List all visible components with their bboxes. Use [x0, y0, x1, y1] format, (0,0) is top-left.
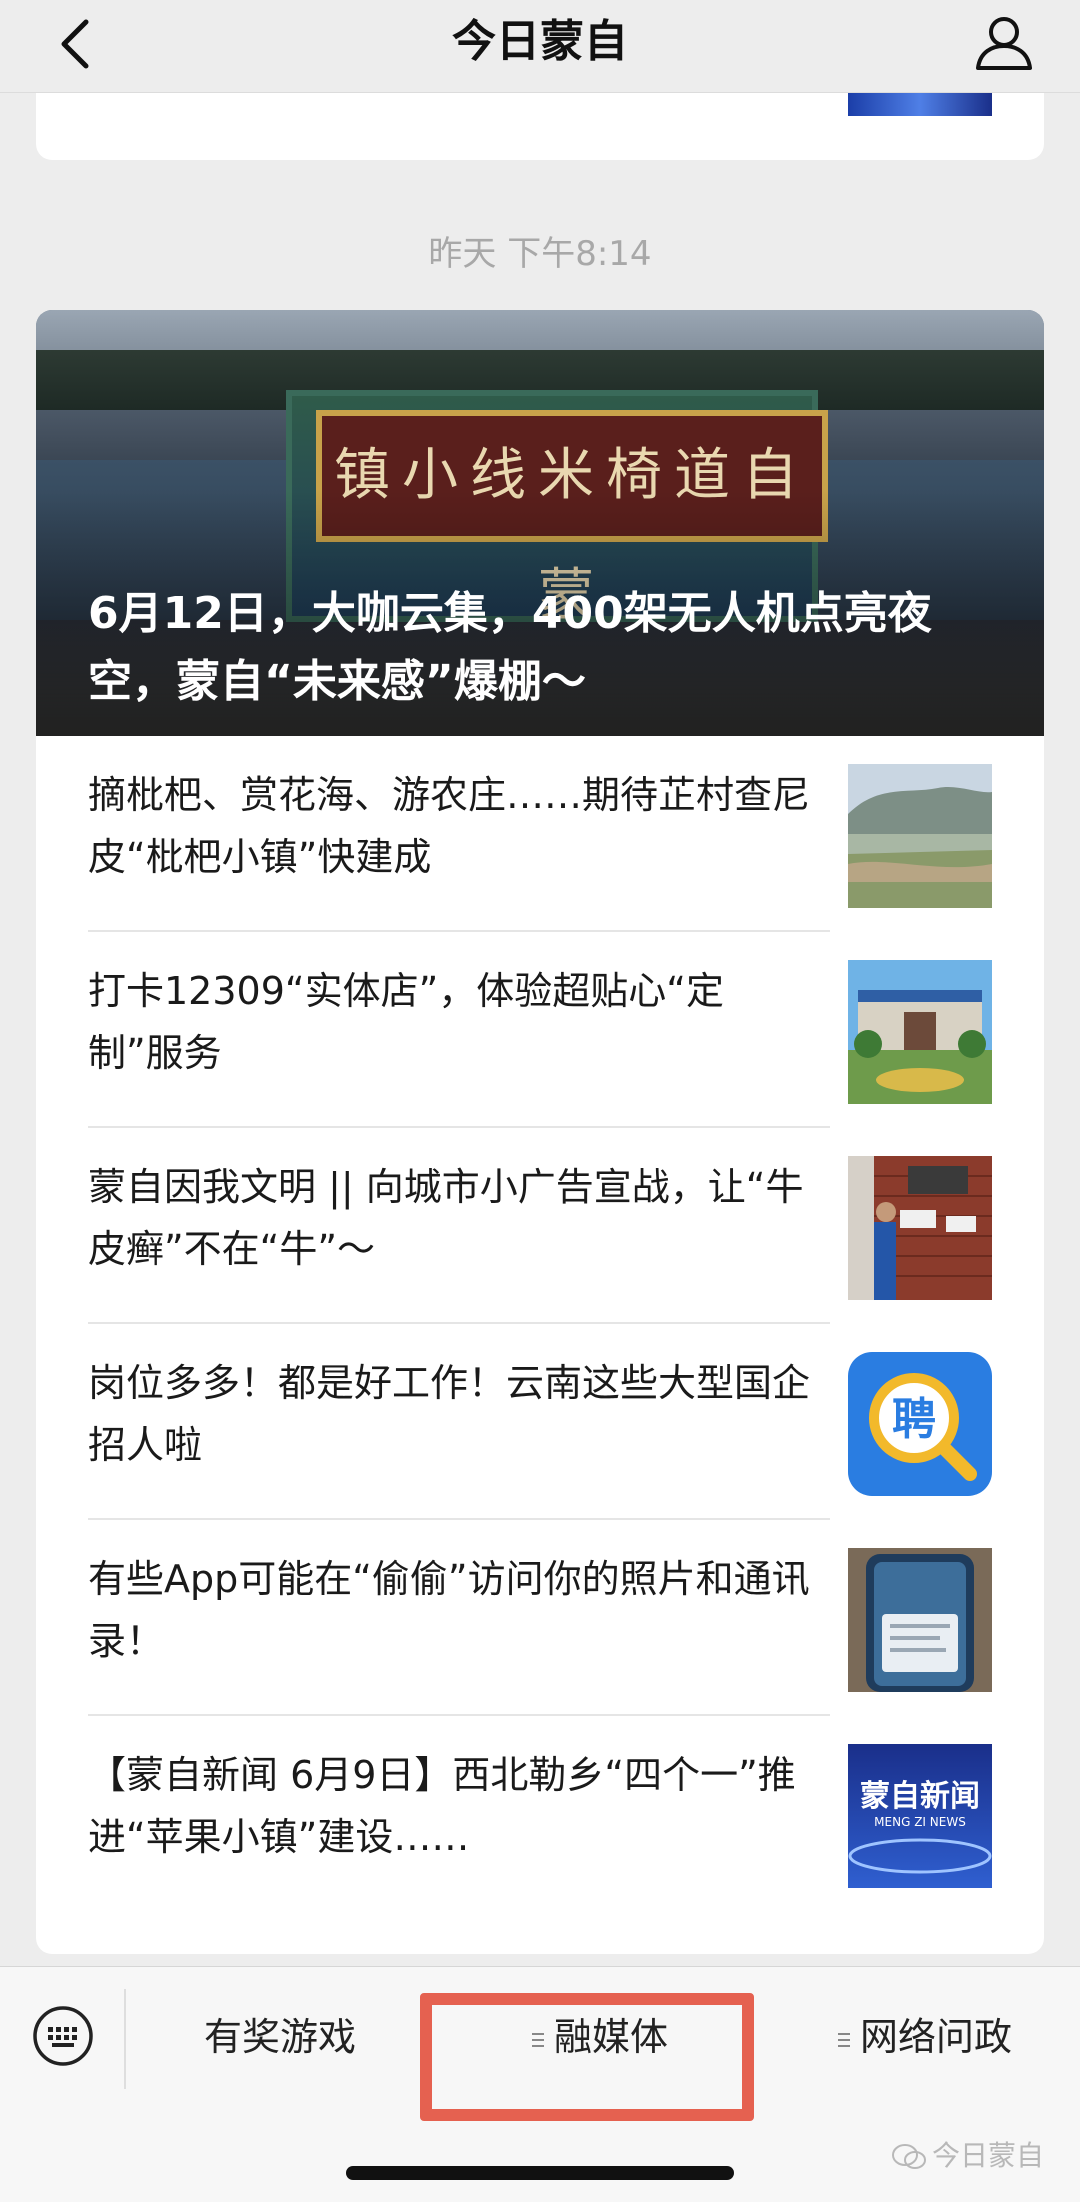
home-indicator[interactable] [346, 2166, 734, 2180]
article-title: 有些App可能在“偷偷”访问你的照片和通讯录！ [88, 1557, 810, 1663]
list-item[interactable]: 摘枇杷、赏花海、游农庄……期待芷村查尼皮“枇杷小镇”快建成 [36, 736, 1044, 932]
news-logo-text: 蒙自新闻 [860, 1779, 980, 1814]
list-item[interactable]: 【蒙自新闻 6月9日】西北勒乡“四个一”推进“苹果小镇”建设…… 蒙自新闻 ME… [36, 1716, 1044, 1912]
news-logo-subtext: MENG ZI NEWS [874, 1815, 966, 1829]
top-nav-bar: 今日蒙自 [0, 0, 1080, 93]
article-thumbnail [848, 1548, 992, 1692]
watermark-text: 今日蒙自 [931, 2139, 1044, 2172]
keyboard-icon[interactable] [32, 2005, 94, 2067]
article-thumbnail [848, 1156, 992, 1300]
menu-label: 网络问政 [859, 2015, 1012, 2059]
recruit-glyph: 聘 [892, 1394, 936, 1445]
list-item[interactable]: 打卡12309“实体店”，体验超贴心“定制”服务 [36, 932, 1044, 1128]
person-icon[interactable] [972, 10, 1036, 74]
article-thumbnail [848, 764, 992, 908]
article-thumbnail [848, 960, 992, 1104]
article-title: 打卡12309“实体店”，体验超贴心“定制”服务 [88, 969, 724, 1075]
divider [124, 1989, 126, 2089]
article-title: 【蒙自新闻 6月9日】西北勒乡“四个一”推进“苹果小镇”建设…… [88, 1753, 796, 1859]
watermark: 今日蒙自 [891, 2134, 1044, 2174]
menu-item-games[interactable]: 有奖游戏 [160, 2007, 400, 2067]
list-item[interactable]: 岗位多多！都是好工作！云南这些大型国企招人啦 聘 [36, 1324, 1044, 1520]
submenu-icon [837, 2032, 850, 2047]
menu-label: 有奖游戏 [203, 2015, 356, 2059]
wechat-icon [891, 2144, 926, 2169]
article-group-card: 镇小线米椅道自蒙 6月12日，大咖云集，400架无人机点亮夜空，蒙自“未来感”爆… [36, 310, 1044, 1954]
highlight-annotation [420, 1993, 754, 2121]
message-timestamp: 昨天 下午8:14 [428, 234, 652, 274]
list-item[interactable]: 有些App可能在“偷偷”访问你的照片和通讯录！ [36, 1520, 1044, 1716]
hero-article[interactable]: 镇小线米椅道自蒙 6月12日，大咖云集，400架无人机点亮夜空，蒙自“未来感”爆… [36, 310, 1044, 736]
hero-article-title: 6月12日，大咖云集，400架无人机点亮夜空，蒙自“未来感”爆棚～ [88, 588, 932, 707]
article-title: 岗位多多！都是好工作！云南这些大型国企招人啦 [88, 1361, 811, 1467]
recruitment-icon: 聘 [848, 1352, 992, 1496]
article-title: 蒙自因我文明 || 向城市小广告宣战，让“牛皮癣”不在“牛”～ [88, 1165, 804, 1271]
page-title: 今日蒙自 [452, 16, 628, 67]
article-title: 摘枇杷、赏花海、游农庄……期待芷村查尼皮“枇杷小镇”快建成 [88, 773, 811, 879]
news-logo-thumbnail: 蒙自新闻 MENG ZI NEWS [848, 1744, 992, 1888]
list-item[interactable]: 蒙自因我文明 || 向城市小广告宣战，让“牛皮癣”不在“牛”～ [36, 1128, 1044, 1324]
menu-item-politics[interactable]: 网络问政 [790, 2007, 1060, 2067]
